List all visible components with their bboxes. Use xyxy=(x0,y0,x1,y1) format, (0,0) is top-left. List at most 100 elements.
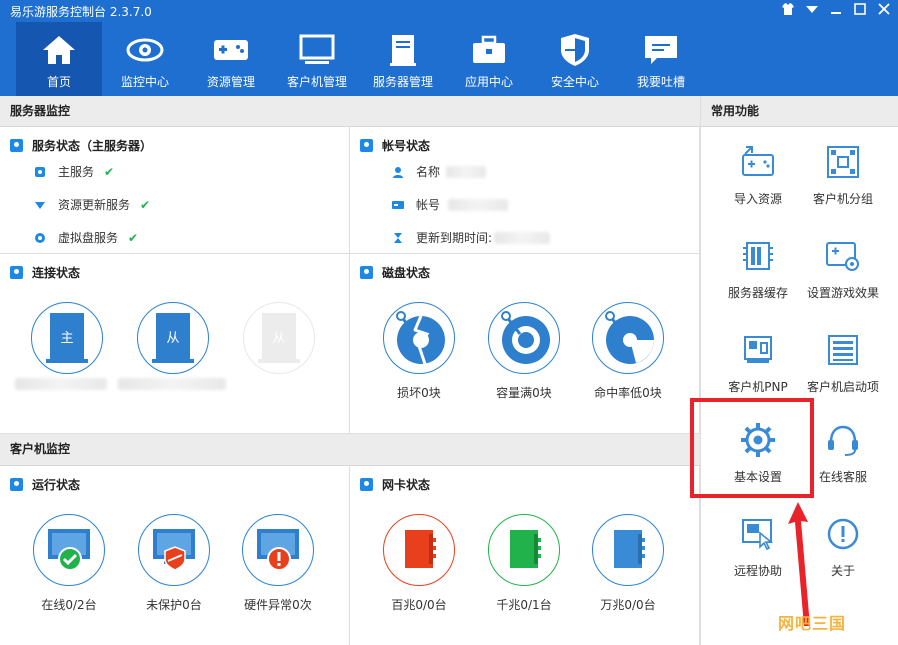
panel-title: 运行状态 xyxy=(32,478,81,492)
unprotected-status[interactable] xyxy=(138,514,210,586)
eye-icon xyxy=(123,28,167,72)
slave-server-2-glyph: 从 xyxy=(272,331,285,346)
headset-icon xyxy=(823,420,863,460)
nav-clients[interactable]: 客户机管理 xyxy=(274,22,360,96)
account-row-expire: 更新到期时间: xyxy=(392,229,551,246)
unprotected-label: 未保护0台 xyxy=(146,598,202,612)
name-value-redacted xyxy=(446,165,487,178)
server-cache-button[interactable]: 服务器缓存 xyxy=(718,236,798,301)
nav-label: 监控中心 xyxy=(120,75,169,89)
game-settings-icon xyxy=(823,236,863,276)
nic-status-panel: 网卡状态 百兆0/0台 千兆0/1台 万兆0/0台 xyxy=(350,466,700,645)
funnel-icon xyxy=(34,199,46,211)
feedback-icon xyxy=(639,28,683,72)
home-icon xyxy=(37,28,81,72)
disk-damaged-status[interactable] xyxy=(383,302,455,374)
service-status-panel: 服务状态（主服务器） 主服务 ✔ 资源更新服务 ✔ 虚拟盘服务 ✔ xyxy=(0,127,350,254)
nav-security[interactable]: 安全中心 xyxy=(532,22,618,96)
pin-icon xyxy=(10,139,23,152)
check-icon: ✔ xyxy=(140,197,151,212)
account-row-name: 名称 xyxy=(392,163,487,180)
pin-icon xyxy=(10,478,23,491)
memory-chip-icon xyxy=(738,236,778,276)
service-label: 主服务 xyxy=(58,165,95,179)
nic-100m-label: 百兆0/0台 xyxy=(391,598,447,612)
hardware-error-status[interactable] xyxy=(242,514,314,586)
game-effect-button[interactable]: 设置游戏效果 xyxy=(803,236,883,301)
menu-icon[interactable] xyxy=(804,2,820,18)
slave-server-connection[interactable]: 从 xyxy=(137,302,209,374)
client-startup-button[interactable]: 客户机启动项 xyxy=(803,330,883,395)
disk-hitrate-label: 命中率低0块 xyxy=(594,386,662,400)
nav-label: 首页 xyxy=(46,75,71,89)
nic-card-icon xyxy=(614,530,645,568)
nic-card-icon xyxy=(405,530,436,568)
main-server-connection[interactable]: 主 xyxy=(31,302,103,374)
nic-100m-status[interactable] xyxy=(383,514,455,586)
maximize-icon[interactable] xyxy=(852,2,868,18)
account-status-panel: 帐号状态 名称 帐号 更新到期时间: xyxy=(350,127,700,254)
nic-1000m-status[interactable] xyxy=(488,514,560,586)
function-label: 服务器缓存 xyxy=(727,286,788,300)
function-label: 客户机PNP xyxy=(728,380,788,394)
online-status[interactable] xyxy=(33,514,105,586)
expire-value-redacted xyxy=(494,231,551,244)
square-dot-icon xyxy=(34,166,46,178)
client-monitor-header: 客户机监控 xyxy=(0,434,700,466)
close-icon[interactable] xyxy=(876,2,892,18)
online-monitor-icon xyxy=(48,529,90,571)
function-label: 导入资源 xyxy=(733,192,782,206)
import-resource-icon xyxy=(738,142,778,182)
unprotected-monitor-icon xyxy=(153,529,195,571)
nic-10g-label: 万兆0/0台 xyxy=(600,598,656,612)
nic-10g-status[interactable] xyxy=(592,514,664,586)
nav-resources[interactable]: 资源管理 xyxy=(188,22,274,96)
disk-hitrate-status[interactable] xyxy=(592,302,664,374)
service-row-update: 资源更新服务 ✔ xyxy=(34,196,150,213)
hardware-error-label: 硬件异常0次 xyxy=(244,598,312,612)
function-label: 客户机分组 xyxy=(812,192,873,206)
service-status-heading: 服务状态（主服务器） xyxy=(10,137,152,154)
skin-icon[interactable] xyxy=(780,2,796,18)
slave-server-2-connection[interactable]: 从 xyxy=(243,302,315,374)
remote-desktop-icon xyxy=(738,514,778,554)
account-row-account: 帐号 xyxy=(392,196,509,213)
online-service-button[interactable]: 在线客服 xyxy=(803,420,883,485)
panel-title: 网卡状态 xyxy=(382,478,431,492)
nav-home[interactable]: 首页 xyxy=(16,22,102,96)
disk-status-panel: 磁盘状态 损坏0块 容量满0块 命中率低0块 xyxy=(350,254,700,434)
service-row-vdisk: 虚拟盘服务 ✔ xyxy=(34,229,138,246)
slave-server-glyph: 从 xyxy=(166,331,179,346)
nav-monitor[interactable]: 监控中心 xyxy=(102,22,188,96)
app-title: 易乐游服务控制台 2.3.7.0 xyxy=(10,5,152,19)
panel-title: 连接状态 xyxy=(32,266,81,280)
gamepad-icon xyxy=(209,28,253,72)
hitrate-disk-icon xyxy=(605,311,654,364)
highlight-box xyxy=(690,398,814,498)
pin-icon xyxy=(360,139,373,152)
nav-apps[interactable]: 应用中心 xyxy=(446,22,532,96)
nav-servers[interactable]: 服务器管理 xyxy=(360,22,446,96)
function-label: 在线客服 xyxy=(818,470,867,484)
client-group-button[interactable]: 客户机分组 xyxy=(803,142,883,207)
client-pnp-button[interactable]: 客户机PNP xyxy=(718,330,798,395)
disk-status-heading: 磁盘状态 xyxy=(360,264,430,281)
panel-title: 帐号状态 xyxy=(382,139,431,153)
window-controls xyxy=(780,2,892,18)
service-row-main: 主服务 ✔ xyxy=(34,163,114,180)
disk-damaged-label: 损坏0块 xyxy=(397,386,441,400)
main-nav: 首页 监控中心 资源管理 客户机管理 服务器管理 应用中心 安全中心 我要吐槽 xyxy=(16,22,704,96)
startup-list-icon xyxy=(823,330,863,370)
minimize-icon[interactable] xyxy=(828,2,844,18)
id-card-icon xyxy=(392,199,404,211)
service-label: 虚拟盘服务 xyxy=(58,231,119,245)
top-bar: 易乐游服务控制台 2.3.7.0 首页 监控中心 资源管理 客户机管理 服务器管… xyxy=(0,0,898,96)
run-status-panel: 运行状态 在线0/2台 未保护0台 硬件异常0次 xyxy=(0,466,350,645)
disk-full-status[interactable] xyxy=(488,302,560,374)
check-icon: ✔ xyxy=(128,230,139,245)
nav-feedback[interactable]: 我要吐槽 xyxy=(618,22,704,96)
disk-full-label: 容量满0块 xyxy=(496,386,552,400)
hardware-error-monitor-icon xyxy=(257,529,299,571)
nic-status-heading: 网卡状态 xyxy=(360,476,430,493)
import-resource-button[interactable]: 导入资源 xyxy=(718,142,798,207)
